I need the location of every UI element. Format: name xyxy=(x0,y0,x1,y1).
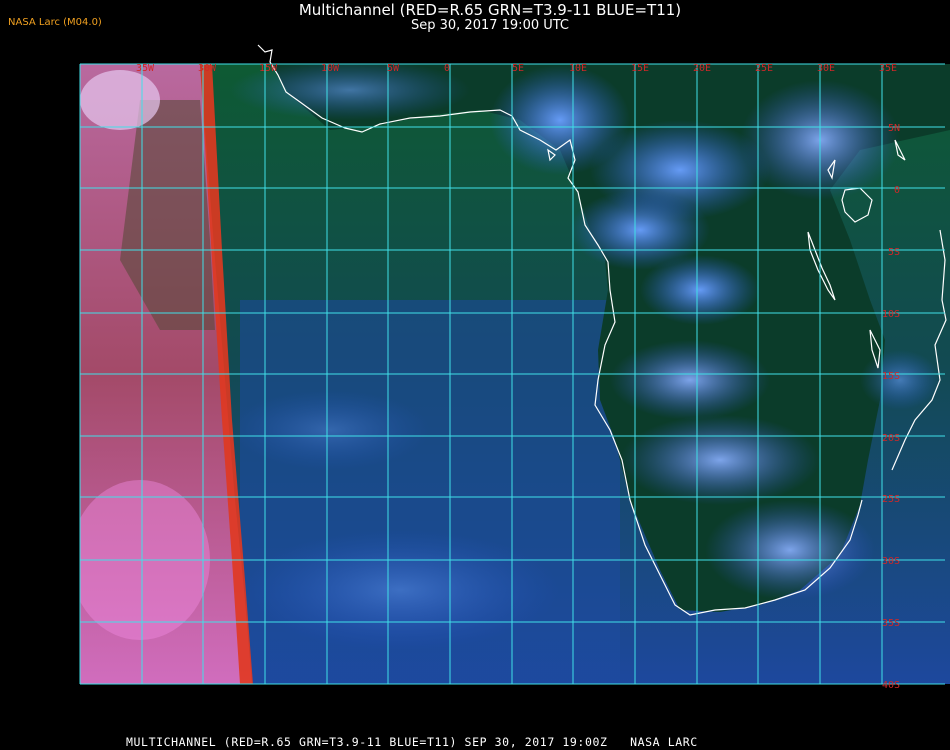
latitude-label: 15S xyxy=(882,371,900,382)
no-data-band xyxy=(80,684,950,728)
longitude-label: 15W xyxy=(259,63,278,74)
latitude-label: 20S xyxy=(882,433,900,444)
longitude-label: 35W xyxy=(136,63,155,74)
cloud xyxy=(230,390,430,470)
longitude-label: 30E xyxy=(817,63,835,74)
longitude-label: 35E xyxy=(879,63,897,74)
footer-caption: MULTICHANNEL (RED=R.65 GRN=T3.9-11 BLUE=… xyxy=(126,735,698,749)
cloud xyxy=(80,70,160,130)
longitude-label: 10W xyxy=(321,63,340,74)
latitude-label: 30S xyxy=(882,556,900,567)
satellite-image-viewer: NASA Larc (M04.0) Multichannel (RED=R.65… xyxy=(0,0,950,750)
longitude-label: 15E xyxy=(631,63,649,74)
cloud xyxy=(610,340,770,420)
latitude-label: 5N xyxy=(888,123,900,134)
latitude-label: 35S xyxy=(882,618,900,629)
latitude-label: 5S xyxy=(888,247,900,258)
latitude-label: 0 xyxy=(894,185,900,196)
imagery-layer xyxy=(80,64,950,728)
latitude-label: 25S xyxy=(882,494,900,505)
longitude-label: 10E xyxy=(569,63,587,74)
longitude-label: 5E xyxy=(512,63,524,74)
longitude-label: 5W xyxy=(387,63,400,74)
satellite-map: 35W 30W 15W 10W 5W 0 5E 10E 15E 20E 25E 30E 35E 5N 0 5… xyxy=(79,44,950,728)
cloud xyxy=(705,500,875,600)
cloud xyxy=(640,255,760,325)
longitude-label: 20E xyxy=(693,63,711,74)
longitude-label: 30W xyxy=(198,63,217,74)
longitude-label: 25E xyxy=(755,63,773,74)
cloud xyxy=(620,415,820,505)
longitude-label: 0 xyxy=(444,63,450,74)
latitude-label: 40S xyxy=(882,680,900,691)
cloud xyxy=(860,350,940,410)
latitude-label: 10S xyxy=(882,309,900,320)
